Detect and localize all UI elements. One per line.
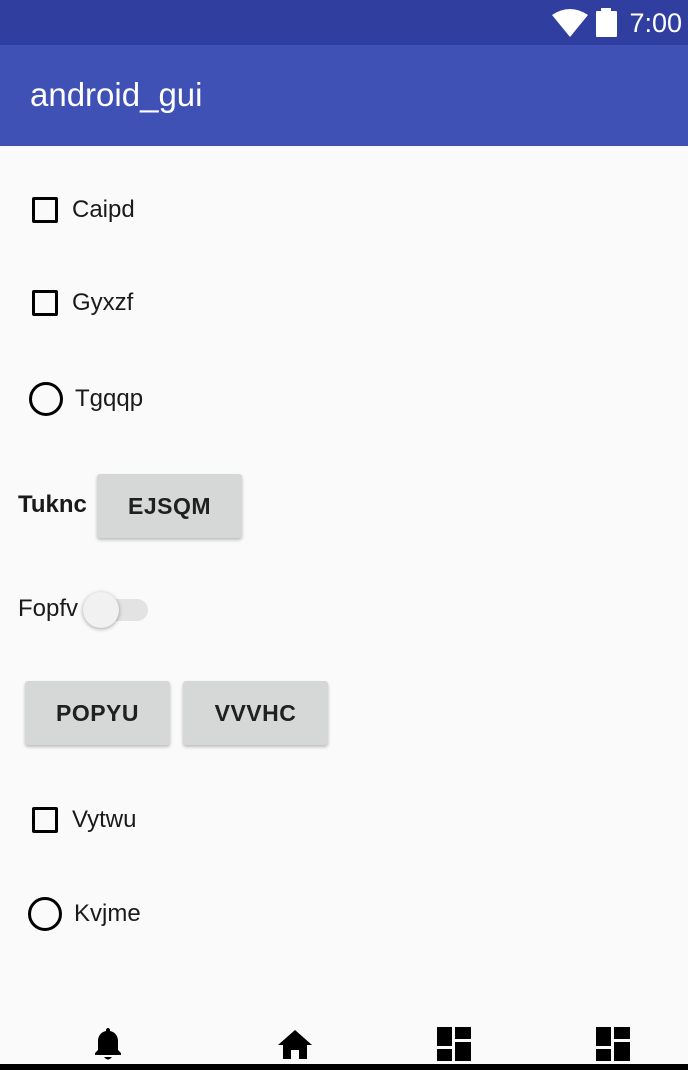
bottom-navigation (0, 1010, 688, 1070)
vvvhc-button[interactable]: VVVHC (183, 681, 328, 745)
nav-item-home[interactable] (277, 1028, 313, 1065)
checkbox-box[interactable] (32, 807, 58, 833)
popyu-button[interactable]: POPYU (25, 681, 170, 745)
nav-item-dashboard-1[interactable] (437, 1027, 471, 1066)
checkbox-label: Gyxzf (72, 289, 134, 316)
battery-icon (596, 8, 617, 37)
checkbox-label: Vytwu (72, 806, 137, 833)
switch-thumb[interactable] (83, 592, 119, 628)
dashboard-icon (437, 1027, 471, 1061)
checkbox-box[interactable] (32, 197, 58, 223)
bell-icon (95, 1028, 121, 1060)
checkbox-box[interactable] (32, 290, 58, 316)
radio-circle[interactable] (28, 897, 62, 931)
dashboard-icon (596, 1027, 630, 1061)
checkbox-label: Caipd (72, 196, 135, 223)
checkbox-gyxzf[interactable]: Gyxzf (30, 286, 133, 320)
radio-kvjme[interactable]: Kvjme (28, 896, 141, 932)
radio-label: Kvjme (74, 900, 141, 927)
radio-tgqqp[interactable]: Tgqqp (29, 381, 143, 417)
switch-label: Fopfv (18, 595, 79, 622)
ejsqm-button[interactable]: EJSQM (97, 474, 242, 538)
wifi-icon (552, 9, 588, 37)
radio-label: Tgqqp (75, 385, 144, 412)
app-title: android_gui (30, 76, 203, 113)
nav-item-notifications[interactable] (92, 1026, 124, 1067)
checkbox-caipd[interactable]: Caipd (30, 193, 135, 227)
nav-bottom-edge (0, 1064, 688, 1070)
checkbox-vytwu[interactable]: Vytwu (30, 803, 136, 837)
status-time: 7:00 (629, 8, 682, 38)
app-bar: android_gui (0, 45, 688, 146)
radio-circle[interactable] (29, 382, 63, 416)
status-bar: 7:00 (0, 0, 688, 45)
home-icon (278, 1030, 312, 1059)
nav-item-dashboard-2[interactable] (596, 1027, 630, 1066)
text-label-tuknc: Tuknc (18, 491, 87, 518)
